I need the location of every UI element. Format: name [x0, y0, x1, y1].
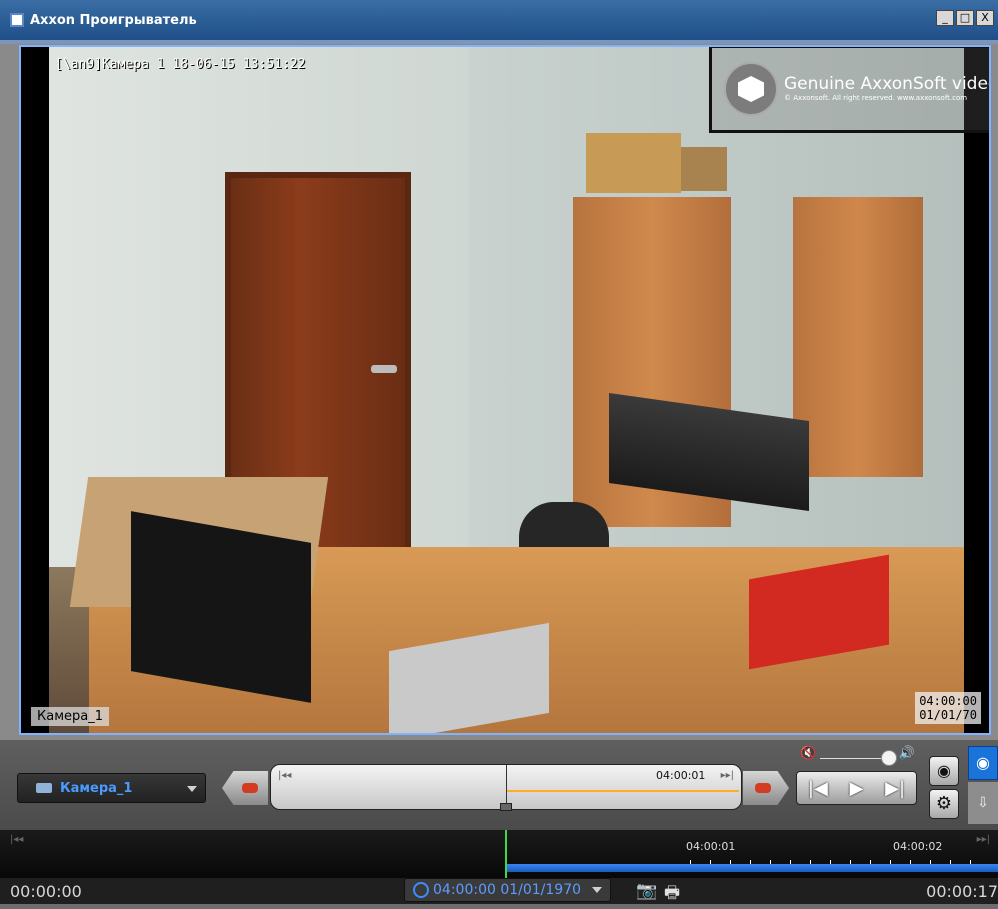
chevron-down-icon — [187, 786, 197, 792]
print-icon[interactable]: 🖶 — [664, 880, 680, 909]
title-bar: Axxon Проигрыватель _ □ X — [0, 0, 998, 40]
watermark-title: Genuine AxxonSoft video — [784, 74, 991, 94]
eye-icon[interactable]: ◉ — [929, 756, 959, 786]
camera-selector-label: Камера_1 — [60, 780, 133, 796]
main-timeline[interactable]: |◂◂ ▸▸| 04:00:01 04:00:02 — [0, 830, 998, 878]
scene-laptop — [131, 511, 311, 703]
timeline-end-button[interactable]: ▸▸| — [977, 834, 990, 845]
video-time: 04:00:00 01/01/70 — [915, 692, 981, 724]
window-title: Axxon Проигрыватель — [30, 12, 197, 28]
minimize-button[interactable]: _ — [936, 10, 954, 26]
mini-timeline-time: 04:00:01 — [656, 769, 706, 782]
event-marker-icon — [755, 783, 771, 793]
scene-box-small — [681, 147, 727, 191]
mini-timeline[interactable]: |◂◂ 04:00:01 ▸▸| — [270, 764, 742, 811]
timeline-start-button[interactable]: |◂◂ — [10, 834, 23, 845]
volume-icon[interactable]: 🔊 — [899, 746, 915, 761]
video-time-clock: 04:00:00 — [919, 694, 977, 708]
osd-camera-timestamp: [\an9]Камера 1 18-06-15 13:51:22 — [55, 57, 306, 72]
clock-icon — [413, 882, 429, 898]
timeline-tick-2: 04:00:02 — [893, 840, 943, 853]
play-button[interactable]: ▶ — [850, 778, 864, 799]
close-button[interactable]: X — [976, 10, 994, 26]
watermark: Genuine AxxonSoft video © Axxonsoft. All… — [709, 47, 991, 133]
total-time: 00:00:17 — [926, 882, 998, 901]
last-frame-button[interactable]: ▶| — [885, 778, 905, 799]
watermark-subtitle: © Axxonsoft. All right reserved. www.axx… — [784, 94, 968, 102]
mini-timeline-start-button[interactable]: |◂◂ — [278, 770, 291, 781]
scene-cabinet-right — [793, 197, 923, 477]
video-viewport[interactable]: [\an9]Камера 1 18-06-15 13:51:22 Genuine… — [19, 45, 991, 735]
timeline-tick-1: 04:00:01 — [686, 840, 736, 853]
volume-slider-track[interactable] — [820, 758, 890, 759]
transport-controls: |◀ ▶ ▶| — [796, 771, 917, 805]
camera-small-icon — [36, 783, 52, 793]
elapsed-time: 00:00:00 — [10, 882, 82, 901]
camera-icon[interactable]: 📷 — [636, 881, 657, 901]
datetime-value: 04:00:00 01/01/1970 — [433, 882, 582, 898]
chevron-down-icon — [592, 887, 602, 893]
video-time-date: 01/01/70 — [919, 708, 977, 722]
datetime-selector[interactable]: 04:00:00 01/01/1970 — [404, 878, 611, 902]
camera-image — [49, 47, 964, 733]
mute-icon[interactable]: 🔇 — [800, 746, 816, 761]
maximize-button[interactable]: □ — [956, 10, 974, 26]
camera-label: Камера_1 — [31, 707, 109, 726]
camera-selector[interactable]: Камера_1 — [17, 773, 206, 803]
first-frame-button[interactable]: |◀ — [808, 778, 828, 799]
mini-timeline-thumb[interactable] — [500, 803, 512, 811]
window-controls: _ □ X — [936, 10, 994, 26]
app-icon — [10, 13, 24, 27]
play-circle-icon[interactable]: ◉ — [968, 746, 998, 780]
mini-timeline-progress — [506, 790, 739, 792]
timeline-cursor[interactable] — [505, 830, 507, 878]
volume-slider-thumb[interactable] — [881, 750, 897, 766]
scene-door-handle — [371, 365, 397, 373]
download-icon[interactable]: ⇩ — [968, 782, 998, 824]
mini-timeline-end-button[interactable]: ▸▸| — [721, 770, 734, 781]
gear-icon[interactable]: ⚙ — [929, 789, 959, 819]
timeline-recorded-range — [505, 864, 998, 872]
status-bar: 00:00:00 04:00:00 01/01/1970 📷 🖶 00:00:1… — [0, 878, 998, 904]
volume-control[interactable]: 🔇 🔊 — [796, 746, 917, 770]
event-marker-icon — [242, 783, 258, 793]
watermark-logo-icon — [724, 62, 778, 116]
scene-box — [586, 133, 681, 193]
